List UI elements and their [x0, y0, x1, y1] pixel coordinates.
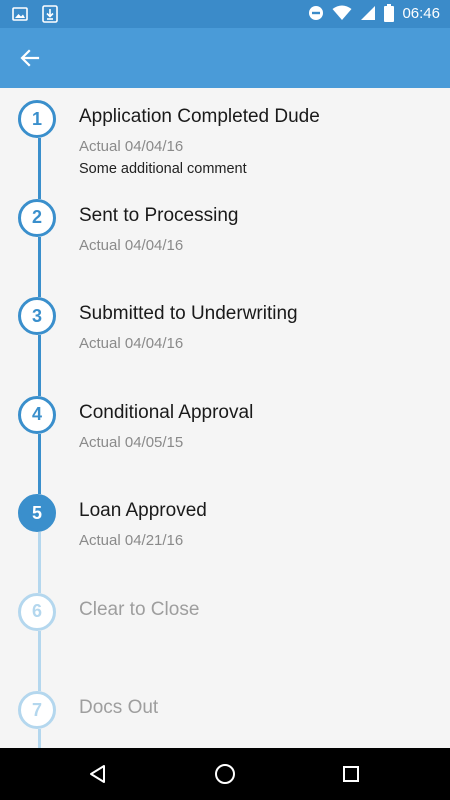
step-date: Actual 04/04/16 — [79, 236, 184, 254]
home-circle-icon — [215, 764, 235, 784]
timeline-step[interactable]: 7 Docs Out — [0, 679, 450, 748]
step-title: Sent to Processing — [79, 204, 239, 226]
status-time: 06:46 — [402, 4, 440, 22]
do-not-disturb-icon — [308, 5, 324, 21]
step-title: Clear to Close — [79, 598, 200, 620]
navigation-bar — [0, 748, 450, 800]
timeline-step[interactable]: 4 Conditional Approval Actual 04/05/15 — [0, 384, 450, 482]
step-title: Application Completed Dude — [79, 106, 320, 127]
download-icon — [42, 5, 58, 23]
cell-signal-icon — [360, 5, 376, 21]
step-number-badge: 4 — [18, 395, 56, 434]
back-button[interactable] — [14, 43, 46, 73]
step-number-badge: 7 — [18, 691, 56, 729]
image-icon — [12, 5, 28, 23]
step-title: Submitted to Underwriting — [79, 303, 298, 324]
timeline-list[interactable]: 1 Application Completed Dude Actual 04/04/… — [0, 88, 450, 748]
step-date: Actual 04/21/16 — [79, 532, 184, 549]
status-bar: 06:46 — [0, 0, 450, 28]
step-number-badge: 6 — [18, 592, 56, 631]
back-triangle-icon — [90, 765, 105, 783]
timeline-step[interactable]: 3 Submitted to Underwriting Actual 04/04/1… — [0, 285, 450, 383]
step-title: Docs Out — [79, 697, 159, 718]
battery-icon — [384, 4, 395, 22]
step-title: Loan Approved — [79, 500, 207, 521]
step-date: Actual 04/05/15 — [79, 433, 184, 451]
step-number-badge: 1 — [18, 100, 56, 138]
timeline-step[interactable]: 1 Application Completed Dude Actual 04/04/… — [0, 88, 450, 186]
step-comment: Some additional comment — [79, 161, 247, 177]
timeline-step[interactable]: 2 Sent to Processing Actual 04/04/16 — [0, 187, 450, 285]
step-number-badge: 3 — [18, 297, 56, 335]
step-number-badge: 5 — [18, 494, 56, 532]
nav-recents-button[interactable] — [337, 760, 365, 788]
arrow-back-icon — [20, 49, 40, 67]
step-date: Actual 04/04/16 — [79, 138, 184, 155]
timeline-step[interactable]: 5 Loan Approved Actual 04/21/16 — [0, 482, 450, 580]
wifi-icon — [332, 5, 352, 21]
timeline-step[interactable]: 6 Clear to Close — [0, 581, 450, 679]
recents-square-icon — [343, 766, 359, 782]
step-date: Actual 04/04/16 — [79, 335, 184, 352]
app-bar — [0, 28, 450, 88]
nav-home-button[interactable] — [211, 760, 239, 788]
step-title: Conditional Approval — [79, 401, 254, 423]
step-number-badge: 2 — [18, 198, 56, 237]
nav-back-button[interactable] — [84, 760, 112, 788]
